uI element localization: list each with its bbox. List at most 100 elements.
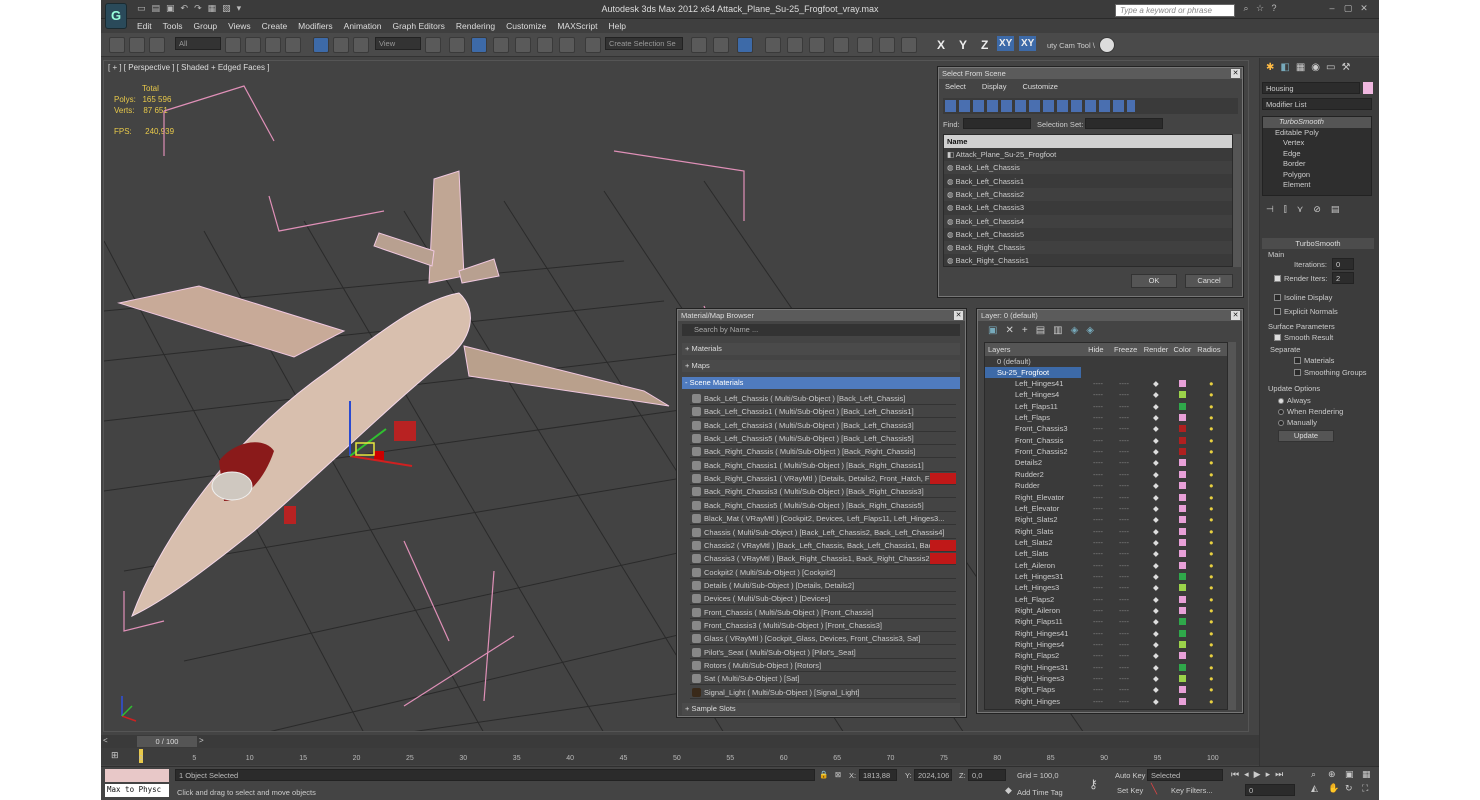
scene-object-row[interactable]: ◍ Back_Left_Chassis1 — [944, 174, 1232, 188]
section-sample-slots[interactable]: + Sample Slots — [682, 703, 960, 715]
material-item[interactable]: Sat ( Multi/Sub-Object ) [Sat] — [690, 672, 956, 686]
material-item[interactable]: Back_Right_Chassis3 ( Multi/Sub-Object )… — [690, 485, 956, 499]
layer-color-swatch[interactable] — [1179, 448, 1186, 456]
scene-object-row[interactable]: ◍ Back_Right_Chassis1 — [944, 254, 1232, 266]
material-item[interactable]: Chassis3 ( VRayMtl ) [Back_Right_Chassis… — [690, 552, 956, 566]
layer-object-row[interactable]: Left_Slats ---- ---- ◆ ● — [985, 548, 1227, 559]
layer-default-row[interactable]: 0 (default) — [985, 356, 1227, 367]
absolute-mode-icon[interactable]: ⊠ — [835, 770, 841, 779]
radiosity-icon[interactable]: ● — [1209, 616, 1214, 627]
x-coord-field[interactable]: 1813,88 — [859, 769, 897, 781]
layer-color-swatch[interactable] — [1179, 652, 1186, 660]
layer-color-swatch[interactable] — [1179, 414, 1186, 422]
material-item[interactable]: Back_Left_Chassis ( Multi/Sub-Object ) [… — [690, 392, 956, 405]
freeze-toggle[interactable]: ---- — [1119, 639, 1129, 650]
layer-object-row[interactable]: Left_Flaps2 ---- ---- ◆ ● — [985, 594, 1227, 605]
radiosity-icon[interactable]: ● — [1209, 480, 1214, 491]
sfs-menu-customize[interactable]: Customize — [1022, 82, 1057, 91]
radiosity-icon[interactable]: ● — [1209, 503, 1214, 514]
field-of-view-icon[interactable]: ◭ — [1311, 783, 1325, 794]
hide-toggle[interactable]: ---- — [1093, 514, 1103, 525]
select-by-name-icon[interactable] — [245, 37, 261, 53]
cam-tool-icon[interactable] — [1099, 37, 1115, 53]
rendered-frame-window-icon[interactable] — [879, 37, 895, 53]
layer-object-row[interactable]: Left_Slats2 ---- ---- ◆ ● — [985, 537, 1227, 548]
scene-object-row[interactable]: ◍ Back_Left_Chassis5 — [944, 227, 1232, 241]
radiosity-icon[interactable]: ● — [1209, 526, 1214, 537]
hide-toggle[interactable]: ---- — [1093, 684, 1103, 695]
infocenter-icon[interactable]: ☆ — [1253, 3, 1267, 16]
create-tab-icon[interactable]: ✱ — [1266, 62, 1274, 73]
layer-object-row[interactable]: Front_Chassis3 ---- ---- ◆ ● — [985, 423, 1227, 434]
render-teapot-icon[interactable]: ◆ — [1153, 696, 1159, 707]
help-icon[interactable]: ? — [1267, 3, 1281, 16]
graphite-toolbar-icon[interactable] — [765, 37, 781, 53]
layer-color-swatch[interactable] — [1179, 516, 1186, 524]
freeze-toggle[interactable]: ---- — [1119, 457, 1129, 468]
freeze-toggle[interactable]: ---- — [1119, 696, 1129, 707]
hide-toggle[interactable]: ---- — [1093, 560, 1103, 571]
layer-color-swatch[interactable] — [1179, 686, 1186, 694]
redo-icon[interactable]: ↷ — [194, 3, 202, 14]
material-item[interactable]: Chassis2 ( VRayMtl ) [Back_Left_Chassis,… — [690, 539, 956, 552]
freeze-toggle[interactable]: ---- — [1119, 616, 1129, 627]
layer-object-row[interactable]: Right_Hinges31 ---- ---- ◆ ● — [985, 662, 1227, 673]
radiosity-icon[interactable]: ● — [1209, 401, 1214, 412]
layer-object-row[interactable]: Left_Hinges4 ---- ---- ◆ ● — [985, 389, 1227, 400]
radiosity-icon[interactable]: ● — [1209, 662, 1214, 673]
axis-z-button[interactable]: Z — [981, 38, 988, 52]
pivot-center-icon[interactable] — [425, 37, 441, 53]
material-item[interactable]: Glass ( VRayMtl ) [Cockpit_Glass, Device… — [690, 632, 956, 646]
angle-snap-icon[interactable] — [515, 37, 531, 53]
render-teapot-icon[interactable]: ◆ — [1153, 480, 1159, 491]
pin-stack-icon[interactable]: ⊣ — [1266, 204, 1274, 215]
layer-object-row[interactable]: Front_Chassis ---- ---- ◆ ● — [985, 435, 1227, 446]
curve-editor-mini-icon[interactable]: ⊞ — [111, 750, 123, 762]
layer-list-scrollbar[interactable] — [1228, 342, 1236, 710]
hide-toggle[interactable]: ---- — [1093, 401, 1103, 412]
isoline-display-checkbox[interactable]: Isoline Display — [1274, 293, 1332, 302]
layer-color-swatch[interactable] — [1179, 470, 1186, 478]
freeze-toggle[interactable]: ---- — [1119, 503, 1129, 514]
render-teapot-icon[interactable]: ◆ — [1153, 616, 1159, 627]
hide-toggle[interactable]: ---- — [1093, 673, 1103, 684]
layer-color-swatch[interactable] — [1179, 629, 1186, 637]
scene-list-scrollbar[interactable] — [1233, 134, 1241, 267]
freeze-toggle[interactable]: ---- — [1119, 594, 1129, 605]
material-item[interactable]: Back_Right_Chassis ( Multi/Sub-Object ) … — [690, 445, 956, 459]
radiosity-icon[interactable]: ● — [1209, 684, 1214, 695]
hide-toggle[interactable]: ---- — [1093, 594, 1103, 605]
configure-sets-icon[interactable]: ▤ — [1331, 204, 1340, 215]
remove-modifier-icon[interactable]: ⊘ — [1313, 204, 1321, 215]
material-item[interactable]: Back_Right_Chassis1 ( VRayMtl ) [Details… — [690, 472, 956, 486]
radiosity-icon[interactable]: ● — [1209, 605, 1214, 616]
radiosity-icon[interactable]: ● — [1209, 389, 1214, 400]
select-from-scene-title[interactable]: Select From Scene ✕ — [939, 68, 1242, 79]
material-item[interactable]: Back_Right_Chassis5 ( Multi/Sub-Object )… — [690, 499, 956, 512]
freeze-toggle[interactable]: ---- — [1119, 628, 1129, 639]
layer-object-row[interactable]: Right_Flaps ---- ---- ◆ ● — [985, 684, 1227, 695]
cancel-button[interactable]: Cancel — [1185, 274, 1233, 288]
radiosity-icon[interactable]: ● — [1209, 469, 1214, 480]
keyword-search-input[interactable]: Type a keyword or phrase — [1115, 4, 1235, 17]
stack-polygon[interactable]: Polygon — [1263, 170, 1371, 181]
hide-toggle[interactable]: ---- — [1093, 582, 1103, 593]
render-teapot-icon[interactable]: ◆ — [1153, 503, 1159, 514]
freeze-toggle[interactable]: ---- — [1119, 548, 1129, 559]
freeze-toggle[interactable]: ---- — [1119, 401, 1129, 412]
hide-toggle[interactable]: ---- — [1093, 696, 1103, 707]
render-teapot-icon[interactable]: ◆ — [1153, 401, 1159, 412]
layer-object-row[interactable]: Right_Hinges3 ---- ---- ◆ ● — [985, 673, 1227, 684]
layer-color-swatch[interactable] — [1179, 425, 1186, 433]
freeze-toggle[interactable]: ---- — [1119, 673, 1129, 684]
hide-toggle[interactable]: ---- — [1093, 650, 1103, 661]
col-radiosity[interactable]: Radios — [1197, 343, 1227, 356]
material-item[interactable]: Black_Mat ( VRayMtl ) [Cockpit2, Devices… — [690, 512, 956, 526]
layer-color-swatch[interactable] — [1179, 402, 1186, 410]
column-header-name[interactable]: Name — [944, 135, 1232, 148]
manually-radio[interactable]: Manually — [1278, 418, 1317, 427]
layer-object-row[interactable]: Rudder2 ---- ---- ◆ ● — [985, 469, 1227, 480]
hide-all-icon[interactable]: ◈ — [1071, 325, 1079, 336]
render-teapot-icon[interactable]: ◆ — [1153, 457, 1159, 468]
freeze-toggle[interactable]: ---- — [1119, 560, 1129, 571]
